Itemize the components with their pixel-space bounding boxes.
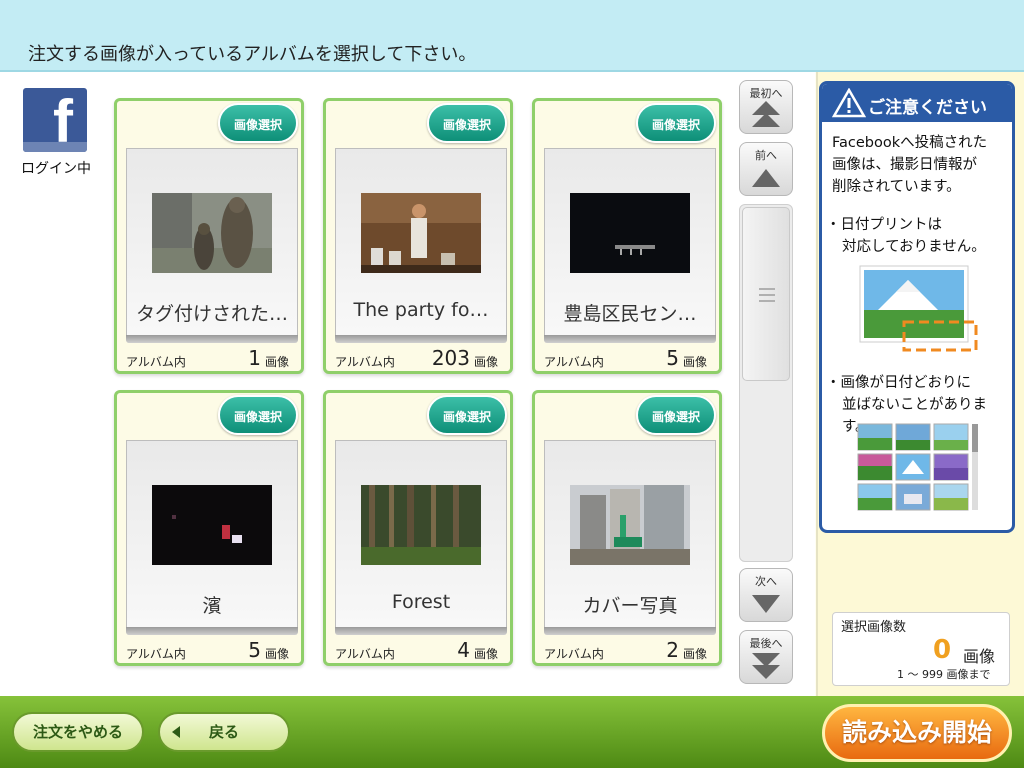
album-count-unit: 画像	[264, 355, 289, 369]
album-count-unit: 画像	[264, 647, 289, 661]
album-location-label: アルバム内	[544, 647, 604, 661]
album-name: タグ付けされた…	[135, 303, 288, 325]
album-cover[interactable]: Forest	[335, 440, 507, 628]
select-images-button[interactable]: 画像選択	[636, 103, 716, 143]
album-location-label: アルバム内	[126, 355, 186, 369]
album-thumbnail	[361, 193, 481, 273]
album-thumbnail	[570, 485, 690, 565]
up-arrow-icon	[752, 169, 780, 187]
scroll-next-button[interactable]: 次へ	[739, 568, 793, 622]
album-thumbnail	[152, 485, 272, 565]
album-card[interactable]: Forest 画像選択 アルバム内 4 画像	[323, 390, 513, 666]
selected-count-label: 選択画像数	[841, 620, 907, 635]
start-import-button[interactable]: 読み込み開始	[822, 704, 1012, 762]
warning-icon	[832, 88, 866, 118]
back-label: 戻る	[208, 723, 239, 741]
album-count-unit: 画像	[473, 355, 498, 369]
notice-bullet: 対応しておりません。	[842, 239, 986, 255]
select-images-button[interactable]: 画像選択	[427, 395, 507, 435]
notice-title: ご注意ください	[868, 98, 987, 118]
scrollbar-thumb[interactable]	[742, 207, 790, 381]
scroll-prev-button[interactable]: 前へ	[739, 142, 793, 196]
album-image-count: 2	[666, 638, 679, 662]
notice-panel: ご注意ください Facebookへ投稿された 画像は、撮影日情報が 削除されてい…	[819, 81, 1015, 533]
album-thumbnail	[361, 485, 481, 565]
album-cover[interactable]: 濱	[126, 440, 298, 628]
notice-header: ご注意ください	[822, 84, 1012, 122]
album-location-label: アルバム内	[126, 647, 186, 661]
cancel-order-button[interactable]: 注文をやめる	[12, 712, 144, 752]
album-card[interactable]: カバー写真 画像選択 アルバム内 2 画像	[532, 390, 722, 666]
start-import-label: 読み込み開始	[841, 718, 992, 747]
album-cover[interactable]: 豊島区民セン…	[544, 148, 716, 336]
album-name: カバー写真	[582, 595, 678, 617]
notice-bullet: ・日付プリントは	[826, 217, 942, 233]
album-count-unit: 画像	[682, 647, 707, 661]
login-status: ログイン中	[21, 161, 91, 177]
album-cover[interactable]: タグ付けされた…	[126, 148, 298, 336]
selected-count-range: 1 ～ 999 画像まで	[897, 668, 991, 681]
notice-bullet: ・画像が日付どおりに	[826, 375, 971, 391]
selected-count-unit: 画像	[963, 647, 996, 666]
album-location-label: アルバム内	[335, 355, 395, 369]
album-location-label: アルバム内	[335, 647, 395, 661]
album-card[interactable]: 豊島区民セン… 画像選択 アルバム内 5 画像	[532, 98, 722, 374]
album-location-label: アルバム内	[544, 355, 604, 369]
album-image-count: 203	[431, 346, 470, 370]
scroll-last-button[interactable]: 最後へ	[739, 630, 793, 684]
left-arrow-icon	[172, 726, 180, 738]
album-count-unit: 画像	[682, 355, 707, 369]
album-name: Forest	[391, 591, 451, 613]
facebook-icon: f	[23, 88, 87, 152]
down-arrow-icon	[752, 595, 780, 613]
scrollbar-track[interactable]	[739, 204, 793, 562]
notice-line: 画像は、撮影日情報が	[832, 157, 977, 173]
notice-line: 削除されています。	[832, 179, 961, 195]
back-button[interactable]: 戻る	[158, 712, 290, 752]
thumbnail-grid-illustration	[857, 423, 978, 511]
album-image-count: 5	[248, 638, 261, 662]
album-name: 濱	[202, 595, 222, 617]
date-print-illustration	[859, 265, 978, 352]
album-count-unit: 画像	[473, 647, 498, 661]
album-image-count: 5	[666, 346, 679, 370]
album-image-count: 1	[248, 346, 261, 370]
album-card[interactable]: 濱 画像選択 アルバム内 5 画像	[114, 390, 304, 666]
select-images-button[interactable]: 画像選択	[218, 103, 298, 143]
selected-count-box: 選択画像数 0 画像 1 ～ 999 画像まで	[832, 612, 1010, 686]
album-cover[interactable]: カバー写真	[544, 440, 716, 628]
album-card[interactable]: The party fo… 画像選択 アルバム内 203 画像	[323, 98, 513, 374]
album-name: The party fo…	[353, 299, 489, 321]
cancel-order-label: 注文をやめる	[32, 723, 123, 741]
page-instruction: 注文する画像が入っているアルバムを選択して下さい。	[28, 44, 477, 65]
album-thumbnail	[152, 193, 272, 273]
double-up-arrow-icon	[752, 101, 780, 127]
notice-line: Facebookへ投稿された	[832, 135, 988, 151]
album-card[interactable]: タグ付けされた… 画像選択 アルバム内 1 画像	[114, 98, 304, 374]
album-name: 豊島区民セン…	[563, 303, 697, 325]
double-down-arrow-icon	[752, 653, 780, 679]
header-bar: 注文する画像が入っているアルバムを選択して下さい。	[0, 0, 1024, 72]
select-images-button[interactable]: 画像選択	[636, 395, 716, 435]
album-image-count: 4	[457, 638, 470, 662]
select-images-button[interactable]: 画像選択	[427, 103, 507, 143]
select-images-button[interactable]: 画像選択	[218, 395, 298, 435]
selected-count-value: 0	[933, 635, 952, 665]
scroll-first-button[interactable]: 最初へ	[739, 80, 793, 134]
album-cover[interactable]: The party fo…	[335, 148, 507, 336]
album-thumbnail	[570, 193, 690, 273]
album-scroll-controls: 最初へ 前へ 次へ 最後へ	[735, 76, 797, 690]
